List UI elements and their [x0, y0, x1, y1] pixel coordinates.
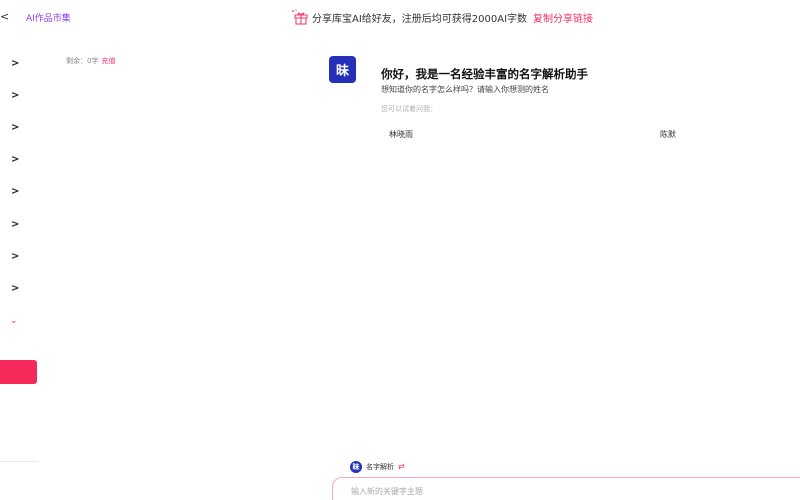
- try-asking-label: 您可以试着问我：: [381, 105, 437, 113]
- recharge-link[interactable]: 充值: [101, 57, 115, 65]
- tool-avatar: 昧: [350, 460, 362, 473]
- balance-label: 剩余：0字: [66, 57, 99, 65]
- app-page: > AI作品市集 剩余：0字 充值 > > > > > > > > ⌄ 分享库宝A…: [0, 0, 800, 500]
- swap-icon[interactable]: ⇄: [398, 462, 405, 471]
- sidebar-menu-chevron-icon[interactable]: >: [11, 283, 19, 294]
- ai-works-market-link[interactable]: AI作品市集: [26, 11, 71, 24]
- gift-icon: [292, 9, 308, 25]
- tool-name: 名字解析: [366, 462, 394, 471]
- bot-subtext: 想知道你的名字怎么样吗？请输入你想测的姓名: [381, 85, 549, 94]
- sidebar-menu-chevron-icon[interactable]: >: [11, 186, 19, 197]
- suggestion-chip[interactable]: 陈默: [660, 129, 676, 140]
- copy-share-link[interactable]: 复制分享链接: [533, 10, 593, 25]
- sidebar-menu-chevron-icon[interactable]: >: [11, 90, 19, 101]
- balance-info: 剩余：0字 充值: [66, 56, 115, 66]
- expand-chevron-icon[interactable]: ⌄: [10, 316, 18, 326]
- message-input[interactable]: [349, 486, 773, 497]
- suggestion-chip[interactable]: 林晓雨: [389, 129, 413, 140]
- share-banner: 分享库宝AI给好友，注册后均可获得2000AI字数 复制分享链接: [290, 9, 593, 25]
- message-composer: [332, 477, 800, 500]
- bot-greeting: 你好，我是一名经验丰富的名字解析助手: [381, 67, 588, 81]
- back-chevron-icon[interactable]: >: [0, 10, 9, 23]
- tool-selector[interactable]: 昧 名字解析 ⇄: [350, 460, 405, 473]
- sidebar-divider: [0, 461, 38, 462]
- sidebar-menu-chevron-icon[interactable]: >: [11, 58, 19, 69]
- sidebar-menu-chevron-icon[interactable]: >: [11, 219, 19, 230]
- sidebar-menu-chevron-icon[interactable]: >: [11, 154, 19, 165]
- sidebar: > AI作品市集 剩余：0字 充值 > > > > > > > > ⌄: [0, 0, 140, 500]
- active-nav-button[interactable]: [0, 360, 37, 384]
- share-banner-text: 分享库宝AI给好友，注册后均可获得2000AI字数: [312, 13, 528, 25]
- bot-avatar-glyph: 昧: [335, 64, 349, 79]
- sidebar-menu-chevron-icon[interactable]: >: [11, 251, 19, 262]
- bot-avatar: 昧: [329, 56, 356, 83]
- sidebar-menu-chevron-icon[interactable]: >: [11, 122, 19, 133]
